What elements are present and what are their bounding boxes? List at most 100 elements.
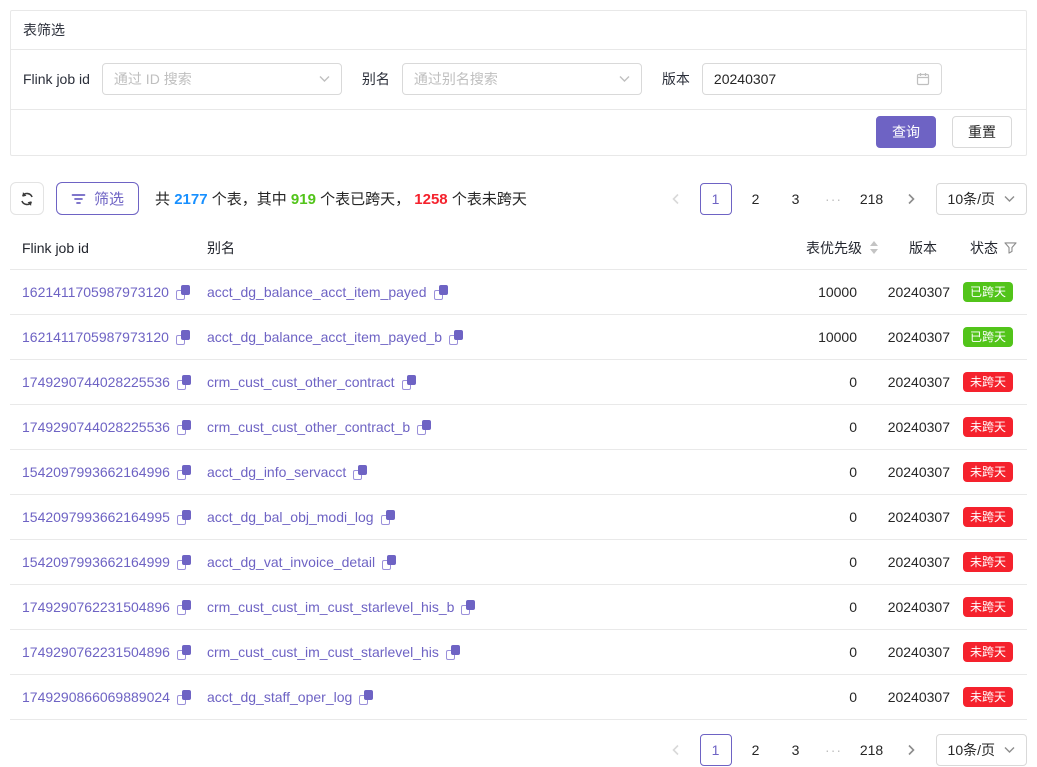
alias-link[interactable]: crm_cust_cust_other_contract_b xyxy=(207,419,410,435)
alias-link[interactable]: crm_cust_cust_im_cust_starlevel_his xyxy=(207,644,439,660)
copy-icon[interactable] xyxy=(353,465,367,480)
prev-page-button[interactable] xyxy=(660,183,692,215)
flink-job-id-select[interactable]: 通过 ID 搜索 xyxy=(102,63,342,95)
sort-carets-icon[interactable] xyxy=(870,241,878,254)
job-id-link[interactable]: 1749290744028225536 xyxy=(22,419,170,435)
page-button-218[interactable]: 218 xyxy=(856,734,888,766)
alias-link[interactable]: acct_dg_vat_invoice_detail xyxy=(207,554,375,570)
copy-icon[interactable] xyxy=(417,420,431,435)
alias-cell: crm_cust_cust_other_contract xyxy=(207,374,738,390)
alias-placeholder: 通过别名搜索 xyxy=(414,69,619,89)
priority-cell: 0 xyxy=(738,374,878,390)
copy-icon[interactable] xyxy=(177,690,191,705)
copy-icon[interactable] xyxy=(434,285,448,300)
job-id-link[interactable]: 1749290762231504896 xyxy=(22,644,170,660)
page-button-1[interactable]: 1 xyxy=(700,734,732,766)
status-cell: 未跨天 xyxy=(950,597,1027,617)
alias-link[interactable]: crm_cust_cust_im_cust_starlevel_his_b xyxy=(207,599,454,615)
copy-icon[interactable] xyxy=(461,600,475,615)
toolbar: 筛选 共 2177 个表，其中 919 个表已跨天， 1258 个表未跨天 1 … xyxy=(10,182,1027,215)
copy-icon[interactable] xyxy=(449,330,463,345)
version-date-input[interactable]: 20240307 xyxy=(702,63,942,95)
job-id-link[interactable]: 1542097993662164999 xyxy=(22,554,170,570)
sync-icon xyxy=(19,191,35,207)
table-row: 1542097993662164996 acct_dg_info_servacc… xyxy=(10,450,1027,495)
page-jump-ellipsis[interactable]: ··· xyxy=(820,191,848,207)
version-cell: 20240307 xyxy=(878,464,950,480)
version-field: 版本 20240307 xyxy=(662,63,942,95)
job-id-link[interactable]: 1542097993662164995 xyxy=(22,509,170,525)
version-cell: 20240307 xyxy=(878,644,950,660)
reset-button[interactable]: 重置 xyxy=(952,116,1012,148)
column-header-priority[interactable]: 表优先级 xyxy=(738,238,878,258)
copy-icon[interactable] xyxy=(381,510,395,525)
job-id-cell: 1621411705987973120 xyxy=(10,329,207,345)
table-header: Flink job id 别名 表优先级 版本 状态 xyxy=(10,226,1027,270)
copy-icon[interactable] xyxy=(177,645,191,660)
table-row: 1542097993662164995 acct_dg_bal_obj_modi… xyxy=(10,495,1027,540)
alias-link[interactable]: acct_dg_balance_acct_item_payed xyxy=(207,284,427,300)
copy-icon[interactable] xyxy=(177,465,191,480)
status-badge: 未跨天 xyxy=(963,507,1013,527)
copy-icon[interactable] xyxy=(177,555,191,570)
copy-icon[interactable] xyxy=(359,690,373,705)
page-button-2[interactable]: 2 xyxy=(740,734,772,766)
alias-link[interactable]: acct_dg_info_servacct xyxy=(207,464,346,480)
copy-icon[interactable] xyxy=(446,645,460,660)
copy-icon[interactable] xyxy=(402,375,416,390)
priority-cell: 10000 xyxy=(738,329,878,345)
page-button-3[interactable]: 3 xyxy=(780,734,812,766)
crossed-count: 919 xyxy=(291,191,316,208)
page-button-3[interactable]: 3 xyxy=(780,183,812,215)
filter-button[interactable]: 筛选 xyxy=(56,182,139,215)
summary-text: 共 2177 个表，其中 919 个表已跨天， 1258 个表未跨天 xyxy=(155,188,527,209)
job-id-cell: 1749290762231504896 xyxy=(10,599,207,615)
query-button[interactable]: 查询 xyxy=(876,116,936,148)
copy-icon[interactable] xyxy=(177,510,191,525)
alias-cell: acct_dg_vat_invoice_detail xyxy=(207,554,738,570)
alias-link[interactable]: acct_dg_bal_obj_modi_log xyxy=(207,509,374,525)
copy-icon[interactable] xyxy=(177,600,191,615)
status-cell: 未跨天 xyxy=(950,462,1027,482)
copy-icon[interactable] xyxy=(177,375,191,390)
alias-link[interactable]: acct_dg_staff_oper_log xyxy=(207,689,352,705)
job-id-link[interactable]: 1749290762231504896 xyxy=(22,599,170,615)
job-id-link[interactable]: 1621411705987973120 xyxy=(22,329,169,345)
version-cell: 20240307 xyxy=(878,329,950,345)
status-badge: 已跨天 xyxy=(963,327,1013,347)
status-cell: 已跨天 xyxy=(950,282,1027,302)
status-badge: 已跨天 xyxy=(963,282,1013,302)
funnel-icon[interactable] xyxy=(1004,242,1017,254)
table-row: 1749290762231504896 crm_cust_cust_im_cus… xyxy=(10,585,1027,630)
prev-page-button[interactable] xyxy=(660,734,692,766)
job-id-link[interactable]: 1749290866069889024 xyxy=(22,689,170,705)
refresh-button[interactable] xyxy=(10,182,44,215)
pagination-top: 1 2 3 ··· 218 10条/页 xyxy=(660,183,1027,215)
alias-link[interactable]: crm_cust_cust_other_contract xyxy=(207,374,395,390)
page-button-218[interactable]: 218 xyxy=(856,183,888,215)
page-size-select[interactable]: 10条/页 xyxy=(936,734,1027,766)
calendar-icon xyxy=(916,72,930,86)
status-badge: 未跨天 xyxy=(963,552,1013,572)
priority-cell: 0 xyxy=(738,599,878,615)
priority-cell: 0 xyxy=(738,509,878,525)
alias-select[interactable]: 通过别名搜索 xyxy=(402,63,642,95)
page-button-2[interactable]: 2 xyxy=(740,183,772,215)
summary-seg: 个表，其中 xyxy=(208,191,291,208)
filter-card: 表筛选 Flink job id 通过 ID 搜索 别名 通过别名搜索 版本 xyxy=(10,10,1027,156)
copy-icon[interactable] xyxy=(176,285,190,300)
copy-icon[interactable] xyxy=(177,420,191,435)
job-id-link[interactable]: 1542097993662164996 xyxy=(22,464,170,480)
page-size-select[interactable]: 10条/页 xyxy=(936,183,1027,215)
copy-icon[interactable] xyxy=(176,330,190,345)
page-button-1[interactable]: 1 xyxy=(700,183,732,215)
job-id-cell: 1621411705987973120 xyxy=(10,284,207,300)
next-page-button[interactable] xyxy=(896,734,928,766)
alias-link[interactable]: acct_dg_balance_acct_item_payed_b xyxy=(207,329,442,345)
page-jump-ellipsis[interactable]: ··· xyxy=(820,742,848,758)
job-id-link[interactable]: 1749290744028225536 xyxy=(22,374,170,390)
copy-icon[interactable] xyxy=(382,555,396,570)
next-page-button[interactable] xyxy=(896,183,928,215)
pagination-bottom: 1 2 3 ··· 218 10条/页 xyxy=(660,734,1027,766)
job-id-link[interactable]: 1621411705987973120 xyxy=(22,284,169,300)
